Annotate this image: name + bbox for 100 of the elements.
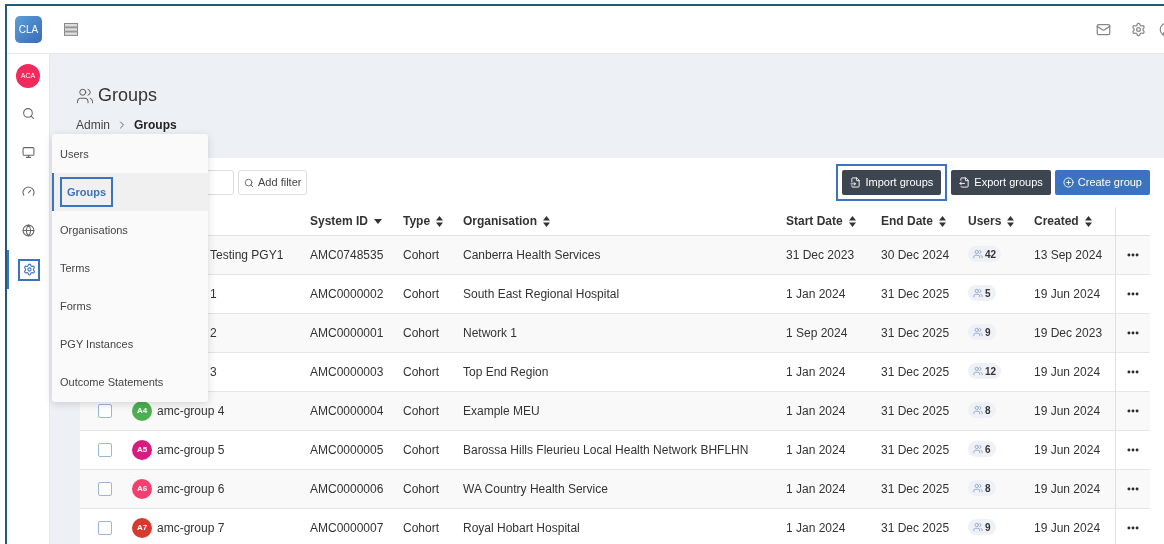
table-cell: Canberra Health Services <box>463 248 601 262</box>
menu-item[interactable]: Terms <box>52 249 208 287</box>
add-filter-button[interactable]: Add filter <box>238 170 308 195</box>
row-checkbox[interactable] <box>98 404 112 418</box>
table-cell: 19 Dec 2023 <box>1034 326 1103 340</box>
table-cell: Cohort <box>403 248 440 262</box>
table-cell: 31 Dec 2025 <box>881 521 950 535</box>
menu-item[interactable]: PGY Instances <box>52 325 208 363</box>
settings-icon[interactable] <box>1131 22 1146 37</box>
table-cell: 19 Jun 2024 <box>1034 521 1101 535</box>
row-checkbox[interactable] <box>98 443 112 457</box>
import-groups-button[interactable]: Import groups <box>842 170 942 195</box>
table-cell: 31 Dec 2025 <box>881 482 950 496</box>
table-cell: Example MEU <box>463 404 540 418</box>
table-cell: 1 Jan 2024 <box>786 365 846 379</box>
search-icon <box>21 107 35 120</box>
table-cell: 1 Jan 2024 <box>786 482 846 496</box>
table-cell: 19 Jun 2024 <box>1034 404 1101 418</box>
table-cell: 19 Jun 2024 <box>1034 443 1101 457</box>
menu-item-label: Outcome Statements <box>60 374 164 390</box>
table-cell: 31 Dec 2025 <box>881 326 950 340</box>
page-title: Groups <box>98 84 158 107</box>
group-name[interactable]: Testing PGY1 <box>210 248 284 262</box>
breadcrumb-item[interactable]: Admin <box>76 116 110 134</box>
users-icon <box>973 366 983 376</box>
column-header[interactable]: Type <box>403 212 431 230</box>
column-header[interactable]: Start Date <box>786 212 843 230</box>
row-checkbox[interactable] <box>98 521 112 535</box>
table-cell: 13 Sep 2024 <box>1034 248 1103 262</box>
table-cell: 1 Jan 2024 <box>786 287 846 301</box>
groups-icon <box>76 86 94 105</box>
users-count-badge: 42 <box>968 246 1002 262</box>
users-icon <box>973 405 983 415</box>
group-name[interactable]: amc-group 6 <box>157 482 225 496</box>
table-cell: 19 Jun 2024 <box>1034 365 1101 379</box>
table-cell: Cohort <box>403 443 440 457</box>
group-name[interactable]: amc-group 5 <box>157 443 225 457</box>
table-cell: WA Country Health Service <box>463 482 608 496</box>
users-count-badge: 8 <box>968 402 996 418</box>
mail-icon[interactable] <box>1096 22 1111 37</box>
search-icon <box>244 177 254 188</box>
plus-circle-icon <box>1062 177 1074 188</box>
users-icon <box>973 327 983 337</box>
column-header[interactable]: Organisation <box>463 212 537 230</box>
export-groups-button[interactable]: Export groups <box>951 170 1051 195</box>
table-cell: Cohort <box>403 287 440 301</box>
table-cell: 31 Dec 2025 <box>881 443 950 457</box>
column-header[interactable]: Users <box>968 212 1002 230</box>
file-icon <box>959 177 971 188</box>
table-cell: AMC0000003 <box>310 365 384 379</box>
users-icon <box>973 249 983 259</box>
users-icon <box>973 444 983 454</box>
menu-item[interactable]: Forms <box>52 287 208 325</box>
table-cell: 1 Jan 2024 <box>786 443 846 457</box>
table-cell: 19 Jun 2024 <box>1034 482 1101 496</box>
menu-item-label: Organisations <box>60 222 128 238</box>
table-cell: 1 Jan 2024 <box>786 404 846 418</box>
table-cell: AMC0748535 <box>310 248 384 262</box>
menu-icon[interactable] <box>64 23 78 36</box>
row-checkbox[interactable] <box>98 482 112 496</box>
group-name[interactable]: 1 <box>210 287 217 301</box>
column-header[interactable]: System ID <box>310 212 369 230</box>
menu-item[interactable]: Users <box>52 135 208 173</box>
group-name[interactable]: 3 <box>210 365 217 379</box>
group-name[interactable]: amc-group 4 <box>157 404 225 418</box>
group-avatar: A4 <box>132 401 152 421</box>
settings-icon <box>22 263 36 276</box>
monitor-icon <box>21 146 35 159</box>
column-header[interactable]: End Date <box>881 212 933 230</box>
column-header[interactable]: Created <box>1034 212 1079 230</box>
app-logo[interactable]: CLA <box>15 16 42 43</box>
users-count-badge: 12 <box>968 363 1002 379</box>
table-cell: Barossa Hills Fleurieu Local Health Network BHFLHN <box>463 443 749 457</box>
group-avatar: A6 <box>132 479 152 499</box>
table-cell: Royal Hobart Hospital <box>463 521 580 535</box>
group-name[interactable]: 2 <box>210 326 217 340</box>
table-cell: AMC0000001 <box>310 326 384 340</box>
menu-item[interactable]: Outcome Statements <box>52 363 208 401</box>
table-cell: 1 Jan 2024 <box>786 521 846 535</box>
menu-item-label: Users <box>60 146 89 162</box>
gauge-icon <box>21 185 35 198</box>
table-cell: South East Regional Hospital <box>463 287 620 301</box>
table-cell: AMC0000005 <box>310 443 384 457</box>
menu-item[interactable]: Groups <box>52 173 208 211</box>
create-groups-button[interactable]: Create group <box>1054 170 1150 195</box>
table-cell: AMC0000006 <box>310 482 384 496</box>
users-icon <box>973 522 983 532</box>
table-cell: 31 Dec 2025 <box>881 365 950 379</box>
group-avatar: A5 <box>132 440 152 460</box>
group-name[interactable]: amc-group 7 <box>157 521 225 535</box>
users-icon <box>973 288 983 298</box>
menu-item-label: PGY Instances <box>60 336 134 352</box>
table-cell: Cohort <box>403 521 440 535</box>
table-cell: 30 Dec 2024 <box>881 248 950 262</box>
users-icon <box>973 483 983 493</box>
group-avatar: A7 <box>132 518 152 538</box>
table-cell: AMC0000007 <box>310 521 384 535</box>
menu-item-label: Groups <box>67 186 107 198</box>
menu-item[interactable]: Organisations <box>52 211 208 249</box>
breadcrumb-item: Groups <box>134 117 177 134</box>
